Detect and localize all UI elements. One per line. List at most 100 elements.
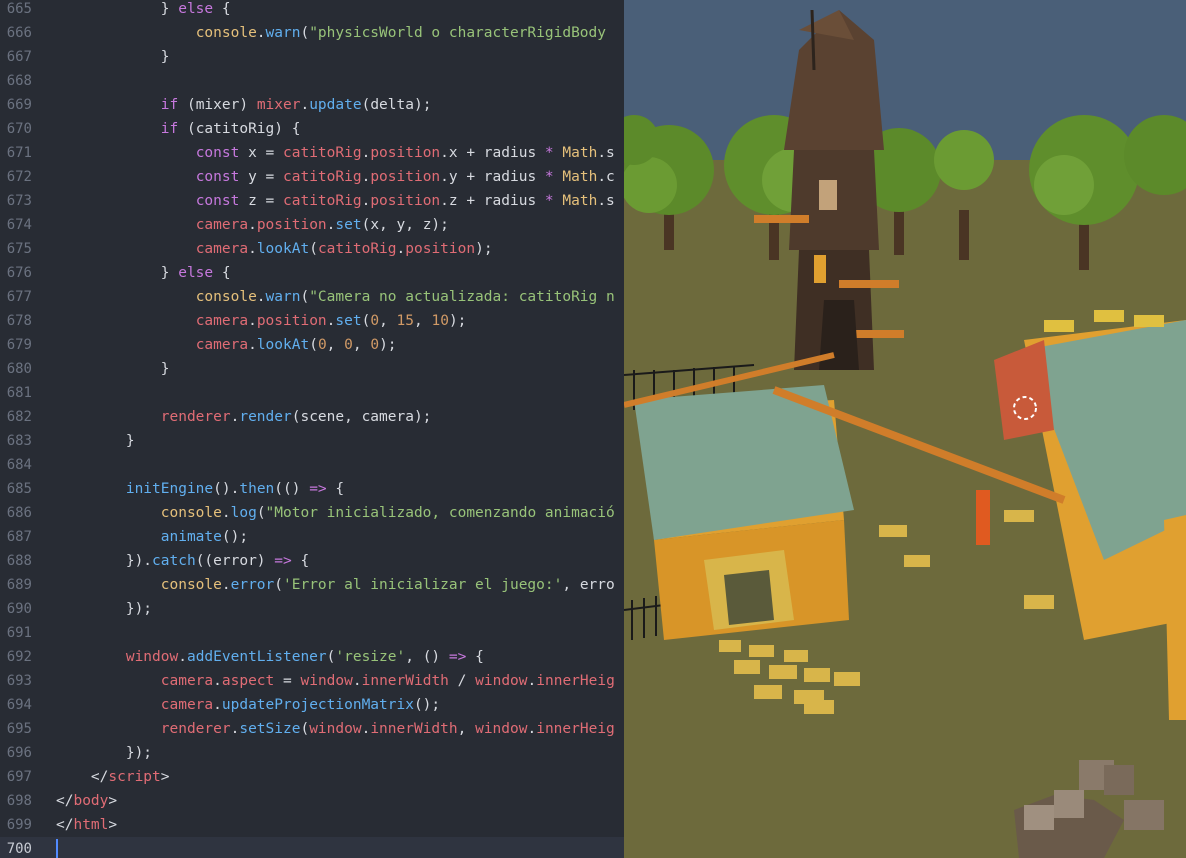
game-viewport[interactable] xyxy=(624,0,1186,858)
code-line[interactable]: 690 }); xyxy=(0,597,624,621)
code-line[interactable]: 688 }).catch((error) => { xyxy=(0,549,624,573)
code-text: } xyxy=(56,433,135,449)
line-number: 690 xyxy=(6,601,32,617)
code-text: camera.position.set(x, y, z); xyxy=(195,217,449,233)
code-line[interactable]: 689 console.error('Error al inicializar … xyxy=(0,573,624,597)
line-number: 680 xyxy=(6,361,32,377)
code-line[interactable]: 684 xyxy=(0,453,624,477)
code-text: </html> xyxy=(56,817,118,833)
line-number: 699 xyxy=(6,817,32,833)
code-text: console.warn("physicsWorld o characterRi… xyxy=(195,25,606,41)
code-line[interactable]: 680 } xyxy=(0,357,624,381)
code-line[interactable]: 687 animate(); xyxy=(0,525,624,549)
line-number: 681 xyxy=(6,385,32,401)
code-line[interactable]: 678 camera.position.set(0, 15, 10); xyxy=(0,309,624,333)
line-number: 696 xyxy=(6,745,32,761)
line-number: 688 xyxy=(6,553,32,569)
red-post xyxy=(976,490,990,545)
code-line[interactable]: 681 xyxy=(0,381,624,405)
code-line[interactable]: 674 camera.position.set(x, y, z); xyxy=(0,213,624,237)
code-line[interactable]: 672 const y = catitoRig.position.y + rad… xyxy=(0,165,624,189)
code-editor[interactable]: 665 } else {666 console.warn("physicsWor… xyxy=(0,0,624,858)
line-number: 679 xyxy=(6,337,32,353)
code-text: } else { xyxy=(56,1,231,17)
code-text: const z = catitoRig.position.z + radius … xyxy=(195,193,615,209)
line-number: 669 xyxy=(6,97,32,113)
code-line[interactable]: 679 camera.lookAt(0, 0, 0); xyxy=(0,333,624,357)
code-text: camera.lookAt(catitoRig.position); xyxy=(195,241,493,257)
code-text: camera.aspect = window.innerWidth / wind… xyxy=(160,673,615,689)
code-text: window.addEventListener('resize', () => … xyxy=(125,649,484,665)
code-line[interactable]: 695 renderer.setSize(window.innerWidth, … xyxy=(0,717,624,741)
code-line[interactable]: 676 } else { xyxy=(0,261,624,285)
line-number: 692 xyxy=(6,649,32,665)
code-text: animate(); xyxy=(160,529,249,545)
line-number: 670 xyxy=(6,121,32,137)
line-number: 673 xyxy=(6,193,32,209)
code-line[interactable]: 699 </html> xyxy=(0,813,624,837)
code-line[interactable]: 700 xyxy=(0,837,624,858)
code-text: initEngine().then(() => { xyxy=(125,481,345,497)
code-text: console.log("Motor inicializado, comenza… xyxy=(160,505,615,521)
line-number: 666 xyxy=(6,25,32,41)
line-number: 700 xyxy=(6,841,32,857)
line-number: 665 xyxy=(6,1,32,17)
code-line[interactable]: 673 const z = catitoRig.position.z + rad… xyxy=(0,189,624,213)
code-text: }).catch((error) => { xyxy=(56,553,310,569)
code-line[interactable]: 698 </body> xyxy=(0,789,624,813)
code-text: </body> xyxy=(56,793,118,809)
code-text: } else { xyxy=(56,265,231,281)
line-number: 684 xyxy=(6,457,32,473)
code-line[interactable]: 697 </script> xyxy=(0,765,624,789)
code-line[interactable]: 691 xyxy=(0,621,624,645)
code-line[interactable]: 675 camera.lookAt(catitoRig.position); xyxy=(0,237,624,261)
code-line[interactable]: 686 console.log("Motor inicializado, com… xyxy=(0,501,624,525)
code-line[interactable]: 683 } xyxy=(0,429,624,453)
code-text: if (catitoRig) { xyxy=(160,121,301,137)
line-number: 676 xyxy=(6,265,32,281)
code-text: if (mixer) mixer.update(delta); xyxy=(160,97,432,113)
code-text: const y = catitoRig.position.y + radius … xyxy=(195,169,615,185)
line-number: 675 xyxy=(6,241,32,257)
code-line[interactable]: 696 }); xyxy=(0,741,624,765)
code-line[interactable]: 670 if (catitoRig) { xyxy=(0,117,624,141)
code-line[interactable]: 677 console.warn("Camera no actualizada:… xyxy=(0,285,624,309)
code-line[interactable]: 694 camera.updateProjectionMatrix(); xyxy=(0,693,624,717)
line-number: 698 xyxy=(6,793,32,809)
code-line[interactable]: 671 const x = catitoRig.position.x + rad… xyxy=(0,141,624,165)
code-text: </script> xyxy=(56,769,170,785)
code-text: renderer.render(scene, camera); xyxy=(160,409,432,425)
code-line[interactable]: 665 } else { xyxy=(0,0,624,21)
code-line[interactable]: 682 renderer.render(scene, camera); xyxy=(0,405,624,429)
line-number: 693 xyxy=(6,673,32,689)
code-text: camera.lookAt(0, 0, 0); xyxy=(195,337,397,353)
code-line[interactable]: 692 window.addEventListener('resize', ()… xyxy=(0,645,624,669)
line-number: 672 xyxy=(6,169,32,185)
line-number: 674 xyxy=(6,217,32,233)
code-text: camera.updateProjectionMatrix(); xyxy=(160,697,441,713)
line-number: 685 xyxy=(6,481,32,497)
line-number: 689 xyxy=(6,577,32,593)
code-text: console.warn("Camera no actualizada: cat… xyxy=(195,289,615,305)
code-line[interactable]: 668 xyxy=(0,69,624,93)
line-number: 686 xyxy=(6,505,32,521)
line-number: 677 xyxy=(6,289,32,305)
code-line[interactable]: 667 } xyxy=(0,45,624,69)
line-number: 694 xyxy=(6,697,32,713)
code-text: } xyxy=(56,49,170,65)
code-text: console.error('Error al inicializar el j… xyxy=(160,577,615,593)
line-number: 697 xyxy=(6,769,32,785)
scene-render xyxy=(624,0,1186,858)
line-number: 695 xyxy=(6,721,32,737)
line-number: 687 xyxy=(6,529,32,545)
line-number: 682 xyxy=(6,409,32,425)
code-text: }); xyxy=(56,601,153,617)
code-line[interactable]: 685 initEngine().then(() => { xyxy=(0,477,624,501)
code-line[interactable]: 693 camera.aspect = window.innerWidth / … xyxy=(0,669,624,693)
code-line[interactable]: 669 if (mixer) mixer.update(delta); xyxy=(0,93,624,117)
line-number: 683 xyxy=(6,433,32,449)
line-number: 668 xyxy=(6,73,32,89)
code-text: renderer.setSize(window.innerWidth, wind… xyxy=(160,721,615,737)
code-line[interactable]: 666 console.warn("physicsWorld o charact… xyxy=(0,21,624,45)
line-number: 678 xyxy=(6,313,32,329)
